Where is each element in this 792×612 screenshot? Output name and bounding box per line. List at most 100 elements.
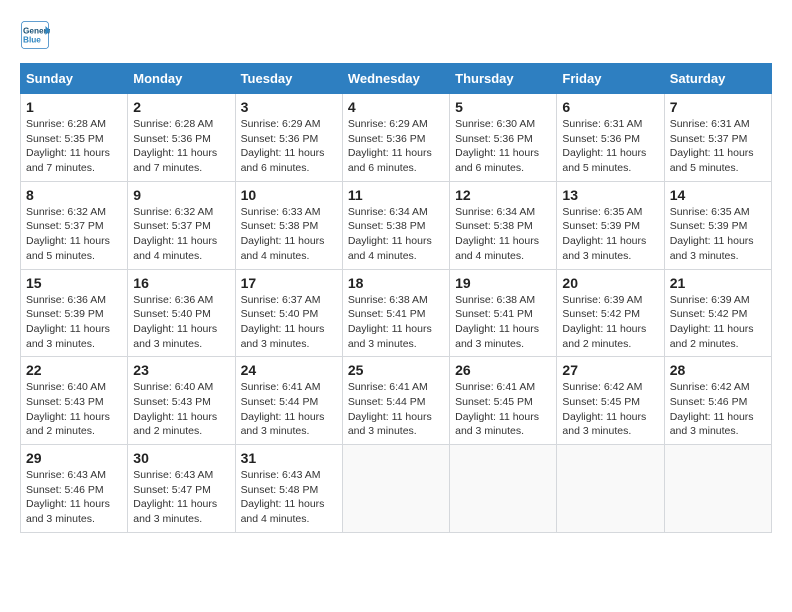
day-info: Sunrise: 6:34 AMSunset: 5:38 PMDaylight:… — [455, 206, 539, 262]
day-info: Sunrise: 6:28 AMSunset: 5:35 PMDaylight:… — [26, 118, 110, 174]
weekday-header-monday: Monday — [128, 64, 235, 94]
day-info: Sunrise: 6:37 AMSunset: 5:40 PMDaylight:… — [241, 294, 325, 350]
day-info: Sunrise: 6:34 AMSunset: 5:38 PMDaylight:… — [348, 206, 432, 262]
day-number: 1 — [26, 99, 122, 115]
calendar-cell: 11 Sunrise: 6:34 AMSunset: 5:38 PMDaylig… — [342, 181, 449, 269]
day-number: 7 — [670, 99, 766, 115]
calendar-table: SundayMondayTuesdayWednesdayThursdayFrid… — [20, 63, 772, 533]
day-info: Sunrise: 6:42 AMSunset: 5:46 PMDaylight:… — [670, 381, 754, 437]
day-number: 12 — [455, 187, 551, 203]
calendar-cell: 19 Sunrise: 6:38 AMSunset: 5:41 PMDaylig… — [450, 269, 557, 357]
calendar-cell: 29 Sunrise: 6:43 AMSunset: 5:46 PMDaylig… — [21, 445, 128, 533]
day-info: Sunrise: 6:35 AMSunset: 5:39 PMDaylight:… — [670, 206, 754, 262]
weekday-header-sunday: Sunday — [21, 64, 128, 94]
calendar-cell: 23 Sunrise: 6:40 AMSunset: 5:43 PMDaylig… — [128, 357, 235, 445]
day-number: 22 — [26, 362, 122, 378]
day-info: Sunrise: 6:41 AMSunset: 5:44 PMDaylight:… — [241, 381, 325, 437]
calendar-cell: 5 Sunrise: 6:30 AMSunset: 5:36 PMDayligh… — [450, 94, 557, 182]
calendar-cell: 2 Sunrise: 6:28 AMSunset: 5:36 PMDayligh… — [128, 94, 235, 182]
svg-text:Blue: Blue — [23, 36, 41, 45]
day-number: 8 — [26, 187, 122, 203]
calendar-cell: 10 Sunrise: 6:33 AMSunset: 5:38 PMDaylig… — [235, 181, 342, 269]
calendar-cell: 26 Sunrise: 6:41 AMSunset: 5:45 PMDaylig… — [450, 357, 557, 445]
day-info: Sunrise: 6:36 AMSunset: 5:39 PMDaylight:… — [26, 294, 110, 350]
calendar-cell: 18 Sunrise: 6:38 AMSunset: 5:41 PMDaylig… — [342, 269, 449, 357]
day-info: Sunrise: 6:29 AMSunset: 5:36 PMDaylight:… — [348, 118, 432, 174]
calendar-cell: 13 Sunrise: 6:35 AMSunset: 5:39 PMDaylig… — [557, 181, 664, 269]
calendar-cell: 7 Sunrise: 6:31 AMSunset: 5:37 PMDayligh… — [664, 94, 771, 182]
day-number: 30 — [133, 450, 229, 466]
calendar-cell — [342, 445, 449, 533]
day-info: Sunrise: 6:31 AMSunset: 5:36 PMDaylight:… — [562, 118, 646, 174]
calendar-cell: 27 Sunrise: 6:42 AMSunset: 5:45 PMDaylig… — [557, 357, 664, 445]
day-number: 26 — [455, 362, 551, 378]
day-number: 28 — [670, 362, 766, 378]
day-info: Sunrise: 6:28 AMSunset: 5:36 PMDaylight:… — [133, 118, 217, 174]
calendar-cell: 28 Sunrise: 6:42 AMSunset: 5:46 PMDaylig… — [664, 357, 771, 445]
day-number: 11 — [348, 187, 444, 203]
day-info: Sunrise: 6:39 AMSunset: 5:42 PMDaylight:… — [562, 294, 646, 350]
day-info: Sunrise: 6:38 AMSunset: 5:41 PMDaylight:… — [348, 294, 432, 350]
day-number: 20 — [562, 275, 658, 291]
day-number: 4 — [348, 99, 444, 115]
calendar-week-5: 29 Sunrise: 6:43 AMSunset: 5:46 PMDaylig… — [21, 445, 772, 533]
day-number: 14 — [670, 187, 766, 203]
day-number: 13 — [562, 187, 658, 203]
calendar-body: 1 Sunrise: 6:28 AMSunset: 5:35 PMDayligh… — [21, 94, 772, 533]
day-number: 24 — [241, 362, 337, 378]
day-info: Sunrise: 6:29 AMSunset: 5:36 PMDaylight:… — [241, 118, 325, 174]
calendar-cell: 31 Sunrise: 6:43 AMSunset: 5:48 PMDaylig… — [235, 445, 342, 533]
calendar-cell: 20 Sunrise: 6:39 AMSunset: 5:42 PMDaylig… — [557, 269, 664, 357]
day-number: 19 — [455, 275, 551, 291]
calendar-cell: 4 Sunrise: 6:29 AMSunset: 5:36 PMDayligh… — [342, 94, 449, 182]
calendar-week-2: 8 Sunrise: 6:32 AMSunset: 5:37 PMDayligh… — [21, 181, 772, 269]
calendar-cell: 16 Sunrise: 6:36 AMSunset: 5:40 PMDaylig… — [128, 269, 235, 357]
day-number: 16 — [133, 275, 229, 291]
day-number: 5 — [455, 99, 551, 115]
day-info: Sunrise: 6:30 AMSunset: 5:36 PMDaylight:… — [455, 118, 539, 174]
weekday-header-thursday: Thursday — [450, 64, 557, 94]
day-info: Sunrise: 6:33 AMSunset: 5:38 PMDaylight:… — [241, 206, 325, 262]
day-info: Sunrise: 6:31 AMSunset: 5:37 PMDaylight:… — [670, 118, 754, 174]
day-info: Sunrise: 6:43 AMSunset: 5:46 PMDaylight:… — [26, 469, 110, 525]
weekday-header-saturday: Saturday — [664, 64, 771, 94]
calendar-cell: 24 Sunrise: 6:41 AMSunset: 5:44 PMDaylig… — [235, 357, 342, 445]
day-number: 18 — [348, 275, 444, 291]
day-info: Sunrise: 6:38 AMSunset: 5:41 PMDaylight:… — [455, 294, 539, 350]
logo: General Blue — [20, 20, 54, 50]
calendar-cell: 15 Sunrise: 6:36 AMSunset: 5:39 PMDaylig… — [21, 269, 128, 357]
day-info: Sunrise: 6:42 AMSunset: 5:45 PMDaylight:… — [562, 381, 646, 437]
weekday-header-row: SundayMondayTuesdayWednesdayThursdayFrid… — [21, 64, 772, 94]
day-number: 25 — [348, 362, 444, 378]
calendar-cell: 14 Sunrise: 6:35 AMSunset: 5:39 PMDaylig… — [664, 181, 771, 269]
top-row: General Blue — [20, 20, 772, 55]
day-info: Sunrise: 6:36 AMSunset: 5:40 PMDaylight:… — [133, 294, 217, 350]
day-number: 2 — [133, 99, 229, 115]
day-info: Sunrise: 6:40 AMSunset: 5:43 PMDaylight:… — [133, 381, 217, 437]
calendar-week-3: 15 Sunrise: 6:36 AMSunset: 5:39 PMDaylig… — [21, 269, 772, 357]
calendar-week-4: 22 Sunrise: 6:40 AMSunset: 5:43 PMDaylig… — [21, 357, 772, 445]
day-number: 17 — [241, 275, 337, 291]
day-number: 31 — [241, 450, 337, 466]
weekday-header-friday: Friday — [557, 64, 664, 94]
calendar-cell — [664, 445, 771, 533]
day-info: Sunrise: 6:39 AMSunset: 5:42 PMDaylight:… — [670, 294, 754, 350]
day-info: Sunrise: 6:43 AMSunset: 5:47 PMDaylight:… — [133, 469, 217, 525]
calendar-week-1: 1 Sunrise: 6:28 AMSunset: 5:35 PMDayligh… — [21, 94, 772, 182]
day-info: Sunrise: 6:41 AMSunset: 5:44 PMDaylight:… — [348, 381, 432, 437]
day-number: 9 — [133, 187, 229, 203]
logo-icon: General Blue — [20, 20, 50, 50]
day-number: 29 — [26, 450, 122, 466]
calendar-cell: 25 Sunrise: 6:41 AMSunset: 5:44 PMDaylig… — [342, 357, 449, 445]
day-info: Sunrise: 6:32 AMSunset: 5:37 PMDaylight:… — [133, 206, 217, 262]
calendar-cell: 12 Sunrise: 6:34 AMSunset: 5:38 PMDaylig… — [450, 181, 557, 269]
calendar-cell: 21 Sunrise: 6:39 AMSunset: 5:42 PMDaylig… — [664, 269, 771, 357]
calendar-cell: 30 Sunrise: 6:43 AMSunset: 5:47 PMDaylig… — [128, 445, 235, 533]
day-info: Sunrise: 6:43 AMSunset: 5:48 PMDaylight:… — [241, 469, 325, 525]
day-number: 23 — [133, 362, 229, 378]
day-number: 3 — [241, 99, 337, 115]
weekday-header-tuesday: Tuesday — [235, 64, 342, 94]
day-number: 27 — [562, 362, 658, 378]
day-number: 6 — [562, 99, 658, 115]
day-info: Sunrise: 6:41 AMSunset: 5:45 PMDaylight:… — [455, 381, 539, 437]
